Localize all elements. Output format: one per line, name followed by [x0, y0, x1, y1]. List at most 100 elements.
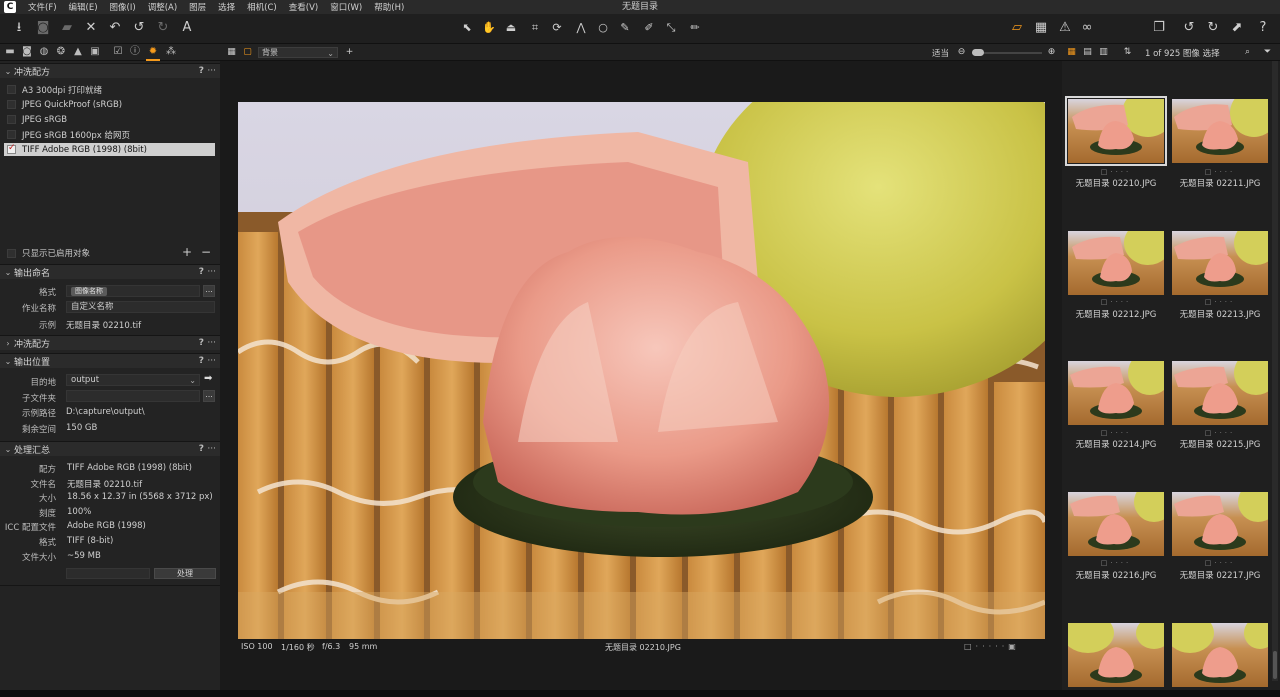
recipe-item-selected[interactable]: TIFF Adobe RGB (1998) (8bit) — [4, 143, 215, 156]
main-photo[interactable] — [238, 102, 1045, 639]
keystone-tool-icon[interactable]: ⋀ — [572, 19, 590, 37]
recipe-checkbox[interactable] — [7, 115, 16, 124]
undo-icon[interactable]: ↺ — [130, 19, 148, 37]
more-icon[interactable]: ··· — [207, 444, 216, 454]
color-tab-icon[interactable]: ❂ — [55, 46, 67, 58]
crop-tool-icon[interactable]: ⌗ — [526, 19, 544, 37]
thumbnail-image[interactable] — [1172, 623, 1268, 687]
spot-tool-icon[interactable]: ○ — [594, 19, 612, 37]
zoom-in-icon[interactable]: ⊕ — [1046, 47, 1057, 58]
menu-help[interactable]: 帮助(H) — [368, 1, 410, 13]
thumbnail-image[interactable] — [1068, 492, 1164, 556]
gradient-tool-icon[interactable]: ⤡ — [662, 19, 680, 37]
lens-tab-icon[interactable]: ◍ — [38, 46, 50, 58]
menu-edit[interactable]: 编辑(E) — [63, 1, 104, 13]
single-view-icon[interactable]: ▢ — [242, 47, 253, 58]
capture-tab-icon[interactable]: ◙ — [21, 46, 33, 58]
help-icon[interactable]: ? — [199, 338, 204, 348]
browser-scrollbar[interactable] — [1272, 61, 1278, 681]
image-name-token[interactable]: 图像名称 — [71, 287, 107, 296]
recipe-item[interactable]: A3 300dpi 打印就绪 — [4, 83, 215, 96]
process-summary-header[interactable]: ⌄ 处理汇总 ? ··· — [0, 441, 220, 456]
help-icon[interactable]: ? — [199, 444, 204, 454]
menu-camera[interactable]: 相机(C) — [241, 1, 283, 13]
recipe-checkbox[interactable] — [7, 100, 16, 109]
details-tab-icon[interactable]: ▣ — [89, 46, 101, 58]
import-icon[interactable]: ⭳ — [10, 19, 28, 37]
delete-icon[interactable]: ✕ — [82, 19, 100, 37]
recipe-checkbox[interactable] — [7, 85, 16, 94]
recipe-item[interactable]: JPEG sRGB — [4, 113, 215, 126]
process-tab-icon[interactable]: ✹ — [147, 46, 159, 58]
search-icon[interactable]: ⌕ — [1242, 47, 1253, 58]
menu-window[interactable]: 窗口(W) — [324, 1, 368, 13]
thumbnail-image[interactable] — [1172, 361, 1268, 425]
library-tab-icon[interactable]: ▬ — [4, 46, 16, 58]
help-icon[interactable]: ? — [199, 356, 204, 366]
reset-icon[interactable]: ↶ — [106, 19, 124, 37]
more-icon[interactable]: ··· — [207, 267, 216, 277]
remove-recipe-icon[interactable]: − — [201, 245, 211, 259]
exposure-warning-icon[interactable]: ▱ — [1008, 19, 1026, 37]
rotate-right-icon[interactable]: ↻ — [1204, 19, 1222, 37]
rotate-left-icon[interactable]: ↺ — [1180, 19, 1198, 37]
more-icon[interactable]: ··· — [207, 338, 216, 348]
show-enabled-checkbox[interactable] — [7, 248, 16, 258]
thumbnail-rating[interactable]: □···· — [1068, 559, 1164, 567]
pan-tool-icon[interactable]: ✋ — [480, 19, 498, 37]
proof-glasses-icon[interactable]: ∞ — [1078, 19, 1096, 37]
help-icon[interactable]: ? — [1254, 19, 1272, 37]
more-icon[interactable]: ··· — [207, 356, 216, 366]
subfolder-browse-button[interactable]: ... — [203, 390, 215, 402]
copy-settings-icon[interactable]: ❐ — [1150, 19, 1168, 37]
thumbnail-image[interactable] — [1065, 96, 1167, 166]
zoom-fit-label[interactable]: 适当 — [932, 47, 949, 59]
grid-view-icon[interactable]: ▦ — [1066, 47, 1077, 58]
help-icon[interactable]: ? — [199, 267, 204, 277]
thumbnail-rating[interactable]: □···· — [1172, 168, 1268, 176]
grid-icon[interactable]: ▦ — [1032, 19, 1050, 37]
folder-icon[interactable]: ▰ — [58, 19, 76, 37]
thumbnail-rating[interactable]: □···· — [1172, 559, 1268, 567]
eraser-tool-icon[interactable]: ✏ — [686, 19, 704, 37]
thumbnail-rating[interactable]: □···· — [1068, 429, 1164, 437]
add-recipe-icon[interactable]: + — [182, 245, 192, 259]
filmstrip-view-icon[interactable]: ▥ — [1098, 47, 1109, 58]
rotate-tool-icon[interactable]: ⟳ — [548, 19, 566, 37]
show-enabled-option[interactable]: 只显示已启用对象 — [4, 247, 90, 259]
background-select[interactable]: 背景 ⌄ — [258, 47, 338, 58]
destination-select[interactable]: output ⌄ — [66, 374, 200, 386]
text-tool-icon[interactable]: A — [178, 19, 196, 37]
help-icon[interactable]: ? — [199, 66, 204, 76]
thumbnail-image[interactable] — [1068, 623, 1164, 687]
thumbnail-image[interactable] — [1172, 492, 1268, 556]
menu-view[interactable]: 查看(V) — [283, 1, 324, 13]
process-recipe-header[interactable]: › 冲洗配方 ? ··· — [0, 335, 220, 350]
format-browse-button[interactable]: ... — [203, 285, 215, 297]
open-destination-icon[interactable]: ➡ — [204, 373, 212, 384]
output-location-header[interactable]: ⌄ 输出位置 ? ··· — [0, 353, 220, 368]
sort-icon[interactable]: ⇅ — [1122, 47, 1133, 58]
multi-view-icon[interactable]: ▦ — [226, 47, 237, 58]
recipe-item[interactable]: JPEG sRGB 1600px 给网页 — [4, 128, 215, 141]
zoom-slider-handle[interactable] — [972, 49, 984, 56]
mask-brush-icon[interactable]: ✐ — [640, 19, 658, 37]
export-arrow-icon[interactable]: ⬈ — [1228, 19, 1246, 37]
thumbnail-rating[interactable]: □···· — [1068, 168, 1164, 176]
thumbnail-image[interactable] — [1068, 231, 1164, 295]
subfolder-field[interactable] — [66, 390, 200, 402]
thumbnail-rating[interactable]: □···· — [1068, 298, 1164, 306]
zoom-out-icon[interactable]: ⊖ — [956, 47, 967, 58]
metadata-tab-icon[interactable]: ☑ — [112, 46, 124, 58]
add-variant-icon[interactable]: + — [344, 47, 355, 58]
camera-icon[interactable]: ◙ — [34, 19, 52, 37]
info-tab-icon[interactable]: ⓘ — [129, 46, 141, 58]
process-button[interactable]: 处理 — [154, 568, 216, 579]
menu-layer[interactable]: 图层 — [183, 1, 212, 13]
recipe-item[interactable]: JPEG QuickProof (sRGB) — [4, 98, 215, 111]
app-icon[interactable]: C — [4, 1, 16, 13]
loupe-tool-icon[interactable]: ⏏ — [502, 19, 520, 37]
select-tool-icon[interactable]: ⬉ — [458, 19, 476, 37]
recipe-checkbox-checked[interactable] — [7, 143, 16, 154]
menu-adjust[interactable]: 调整(A) — [142, 1, 183, 13]
